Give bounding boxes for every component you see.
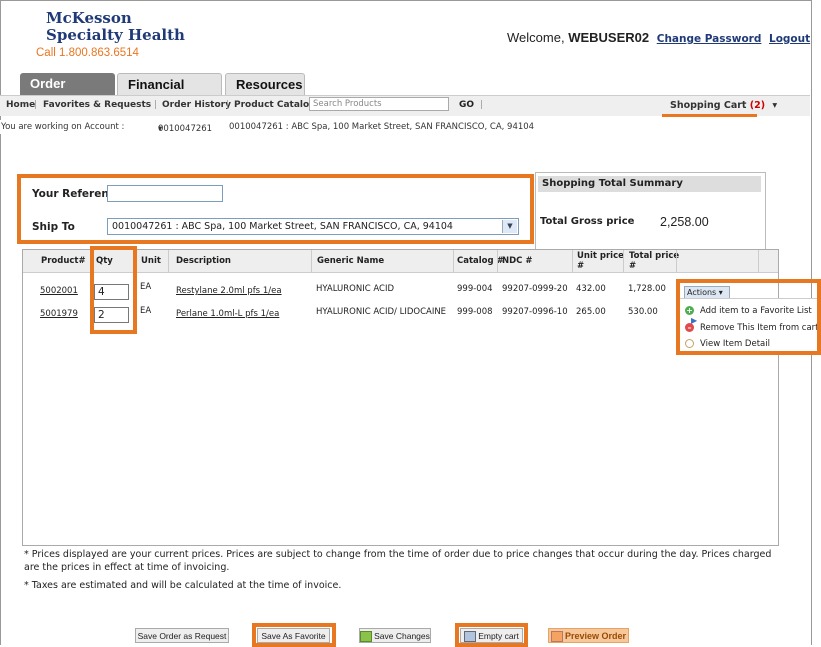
qty-highlight bbox=[90, 246, 137, 334]
preview-label: Preview Order bbox=[564, 631, 627, 641]
tab-order-center[interactable]: Order Center bbox=[20, 73, 115, 113]
ship-to-label: Ship To bbox=[32, 221, 75, 233]
price-note: * Prices displayed are your current pric… bbox=[24, 549, 772, 573]
nav-favorites[interactable]: Favorites & Requests bbox=[43, 100, 151, 110]
ndc-cell: 99207-0999-20 bbox=[502, 284, 568, 294]
brand-line2: Specialty Health bbox=[46, 26, 185, 44]
save-changes-button[interactable]: Save Changes bbox=[359, 628, 431, 643]
nav-order-history[interactable]: Order History bbox=[162, 100, 231, 110]
save-request-button[interactable]: Save Order as Request bbox=[135, 628, 229, 643]
cart-highlight-line bbox=[662, 114, 757, 117]
phone-number: Call 1.800.863.6514 bbox=[36, 47, 139, 59]
nav-separator: | bbox=[34, 100, 38, 110]
change-password-link[interactable]: Change Password bbox=[657, 33, 762, 45]
col-description: Description bbox=[176, 256, 231, 266]
username: WEBUSER02 bbox=[568, 30, 650, 45]
chevron-down-icon: ▾ bbox=[158, 124, 163, 134]
tab-resources[interactable]: Resources bbox=[225, 73, 305, 95]
catalog-cell: 999-008 bbox=[457, 307, 493, 317]
shopping-cart-link[interactable]: Shopping Cart (2) ▾ bbox=[670, 100, 777, 111]
col-unit-price-hash: # bbox=[577, 261, 585, 271]
welcome-text: Welcome, bbox=[507, 30, 565, 45]
description-link[interactable]: Restylane 2.0ml pfs 1/ea bbox=[176, 286, 282, 296]
total-price-cell: 530.00 bbox=[628, 307, 658, 317]
description-link[interactable]: Perlane 1.0ml-L pfs 1/ea bbox=[176, 309, 279, 319]
ndc-cell: 99207-0996-10 bbox=[502, 307, 568, 317]
brand-line1: McKesson bbox=[46, 9, 132, 27]
nav-separator: | bbox=[480, 100, 484, 110]
preview-order-button[interactable]: Preview Order bbox=[548, 628, 629, 643]
account-bar: You are working on Account : 0010047261 … bbox=[0, 120, 810, 134]
favorite-highlight bbox=[252, 623, 336, 647]
account-detail: 0010047261 : ABC Spa, 100 Market Street,… bbox=[229, 122, 535, 132]
catalog-cell: 999-004 bbox=[457, 284, 493, 294]
nav-separator: | bbox=[226, 100, 230, 110]
unit-price-cell: 432.00 bbox=[576, 284, 606, 294]
chevron-down-icon: ▼ bbox=[502, 220, 517, 233]
col-unit: Unit bbox=[141, 256, 161, 266]
product-link[interactable]: 5002001 bbox=[40, 286, 78, 296]
account-number: 0010047261 bbox=[158, 124, 213, 134]
gross-price-label: Total Gross price bbox=[540, 216, 635, 227]
col-product: Product# bbox=[41, 256, 86, 266]
col-ndc: NDC # bbox=[502, 256, 533, 266]
logout-link[interactable]: Logout bbox=[769, 33, 810, 45]
reference-input[interactable] bbox=[107, 185, 223, 202]
unit-cell: EA bbox=[140, 282, 152, 292]
nav-home[interactable]: Home bbox=[6, 100, 35, 110]
welcome-area: Welcome, WEBUSER02 Change Password Logou… bbox=[507, 30, 810, 45]
empty-cart-highlight bbox=[455, 623, 528, 647]
total-price-cell: 1,728.00 bbox=[628, 284, 666, 294]
ship-to-select[interactable]: 0010047261 : ABC Spa, 100 Market Street,… bbox=[107, 218, 519, 235]
generic-cell: HYALURONIC ACID bbox=[316, 284, 395, 294]
unit-price-cell: 265.00 bbox=[576, 307, 606, 317]
col-total-price: Total price bbox=[629, 251, 680, 261]
nav-separator: | bbox=[154, 100, 158, 110]
ship-to-value: 0010047261 : ABC Spa, 100 Market Street,… bbox=[112, 221, 453, 232]
nav-bar: Home | Favorites & Requests | Order Hist… bbox=[0, 95, 810, 116]
save-changes-label: Save Changes bbox=[374, 631, 430, 641]
arrow-icon bbox=[550, 631, 563, 643]
actions-highlight bbox=[676, 279, 821, 355]
col-total-price-hash: # bbox=[629, 261, 637, 271]
col-unit-price: Unit price bbox=[577, 251, 624, 261]
tab-financial-tools[interactable]: Financial Tools bbox=[117, 73, 222, 114]
nav-product-catalog[interactable]: Product Catalog bbox=[234, 100, 316, 110]
search-input[interactable]: Search Products bbox=[309, 97, 449, 111]
summary-title: Shopping Total Summary bbox=[538, 176, 761, 192]
cart-label: Shopping Cart bbox=[670, 100, 747, 111]
go-button[interactable]: GO bbox=[459, 100, 474, 110]
unit-cell: EA bbox=[140, 306, 152, 316]
generic-cell: HYALURONIC ACID/ LIDOCAINE bbox=[316, 307, 447, 317]
cart-count: (2) bbox=[749, 100, 766, 111]
product-link[interactable]: 5001979 bbox=[40, 309, 78, 319]
tax-note: * Taxes are estimated and will be calcul… bbox=[24, 580, 342, 591]
gross-price-value: 2,258.00 bbox=[660, 215, 709, 229]
account-label: You are working on Account : bbox=[1, 122, 125, 132]
col-generic: Generic Name bbox=[317, 256, 385, 266]
save-icon bbox=[360, 631, 373, 643]
chevron-down-icon: ▾ bbox=[772, 100, 778, 111]
brand-logo: McKesson Specialty Health bbox=[46, 10, 185, 44]
